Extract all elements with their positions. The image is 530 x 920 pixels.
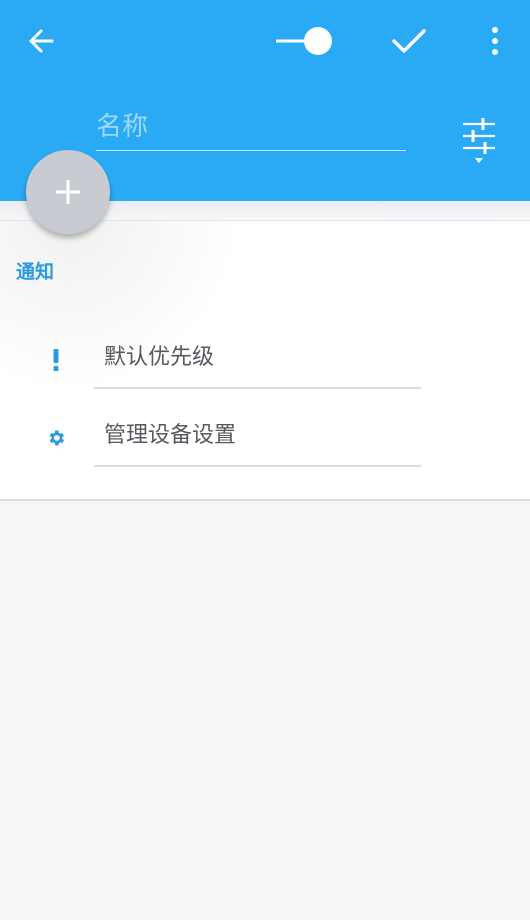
default-priority-item[interactable]: 默认优先级 [0, 325, 530, 389]
arrow-left-icon [29, 29, 54, 53]
notification-card: 通知 默认优先级 管理设备设置 [0, 220, 530, 501]
section-title-notification: 通知 [16, 261, 55, 283]
plus-icon [56, 180, 80, 204]
enable-toggle[interactable] [274, 24, 336, 58]
name-input[interactable] [96, 104, 406, 151]
confirm-button[interactable] [386, 18, 432, 64]
add-fab-button[interactable] [26, 150, 110, 234]
default-priority-label: 默认优先级 [104, 345, 215, 370]
item-divider [94, 387, 421, 389]
device-settings-label: 管理设备设置 [104, 423, 237, 448]
exclamation-icon [38, 343, 74, 377]
filter-button[interactable] [456, 112, 502, 168]
more-vert-icon [492, 27, 498, 55]
item-divider [94, 465, 421, 467]
toggle-switch-icon [276, 27, 332, 55]
check-icon [392, 29, 426, 53]
overflow-menu-button[interactable] [472, 18, 518, 64]
back-button[interactable] [18, 18, 64, 64]
device-settings-item[interactable]: 管理设备设置 [0, 403, 530, 467]
gear-icon [38, 421, 74, 455]
tune-icon [463, 118, 495, 163]
